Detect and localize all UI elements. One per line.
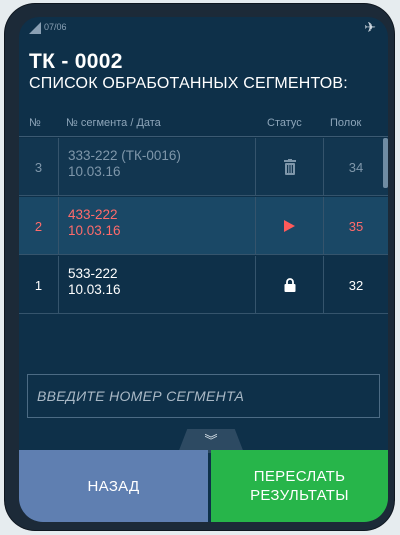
back-button[interactable]: НАЗАД — [19, 450, 208, 522]
app-screen: 07/06 ✈ ТК - 0002 СПИСОК ОБРАБОТАННЫХ СЕ… — [19, 17, 388, 522]
send-results-button[interactable]: ПЕРЕСЛАТЬ РЕЗУЛЬТАТЫ — [211, 450, 388, 522]
send-results-label: ПЕРЕСЛАТЬ РЕЗУЛЬТАТЫ — [250, 467, 349, 505]
play-icon — [284, 219, 295, 232]
row-shelves: 32 — [323, 256, 388, 313]
table-row[interactable]: 3 333-222 (ТК-0016) 10.03.16 34 — [19, 138, 388, 196]
row-segment: 333-222 (ТК-0016) 10.03.16 — [58, 138, 255, 195]
row-status — [255, 256, 323, 313]
segment-date: 10.03.16 — [68, 282, 121, 297]
table-row[interactable]: 1 533-222 10.03.16 32 — [19, 256, 388, 314]
signal-icon — [29, 22, 41, 34]
segment-number: 433-222 — [68, 207, 118, 222]
chevron-double-down-icon: ︾ — [204, 433, 218, 448]
send-results-line1: ПЕРЕСЛАТЬ — [253, 468, 346, 485]
segment-number: 533-222 — [68, 266, 118, 281]
table-row[interactable]: 2 433-222 10.03.16 35 — [19, 197, 388, 255]
row-status — [255, 138, 323, 195]
column-header-number: № — [29, 117, 41, 129]
row-status — [255, 197, 323, 254]
page-subtitle: СПИСОК ОБРАБОТАННЫХ СЕГМЕНТОВ: — [29, 75, 348, 92]
segment-number: 333-222 (ТК-0016) — [68, 148, 181, 163]
segment-date: 10.03.16 — [68, 223, 121, 238]
column-header-segment: № сегмента / Дата — [66, 117, 161, 129]
status-bar: 07/06 ✈ — [19, 17, 388, 39]
row-number: 3 — [34, 160, 43, 175]
row-shelves: 35 — [323, 197, 388, 254]
table-header: № № сегмента / Дата Статус Полок — [19, 111, 388, 137]
column-header-status: Статус — [267, 117, 302, 129]
status-time: 07/06 — [44, 22, 67, 32]
row-segment: 533-222 10.03.16 — [58, 256, 255, 313]
page-title: ТК - 0002 — [29, 50, 123, 73]
segment-date: 10.03.16 — [68, 164, 121, 179]
row-number: 1 — [34, 278, 43, 293]
table-scrollbar[interactable] — [383, 138, 388, 188]
device-frame: 07/06 ✈ ТК - 0002 СПИСОК ОБРАБОТАННЫХ СЕ… — [5, 4, 394, 530]
airplane-icon: ✈ — [364, 19, 376, 35]
column-header-shelves: Полок — [330, 117, 362, 129]
row-shelves: 34 — [323, 138, 388, 195]
trash-icon — [283, 158, 296, 175]
send-results-line2: РЕЗУЛЬТАТЫ — [250, 487, 349, 504]
row-number: 2 — [34, 219, 43, 234]
row-segment: 433-222 10.03.16 — [58, 197, 255, 254]
lock-icon — [284, 277, 295, 292]
segment-number-input[interactable]: ВВЕДИТЕ НОМЕР СЕГМЕНТА — [27, 374, 380, 418]
